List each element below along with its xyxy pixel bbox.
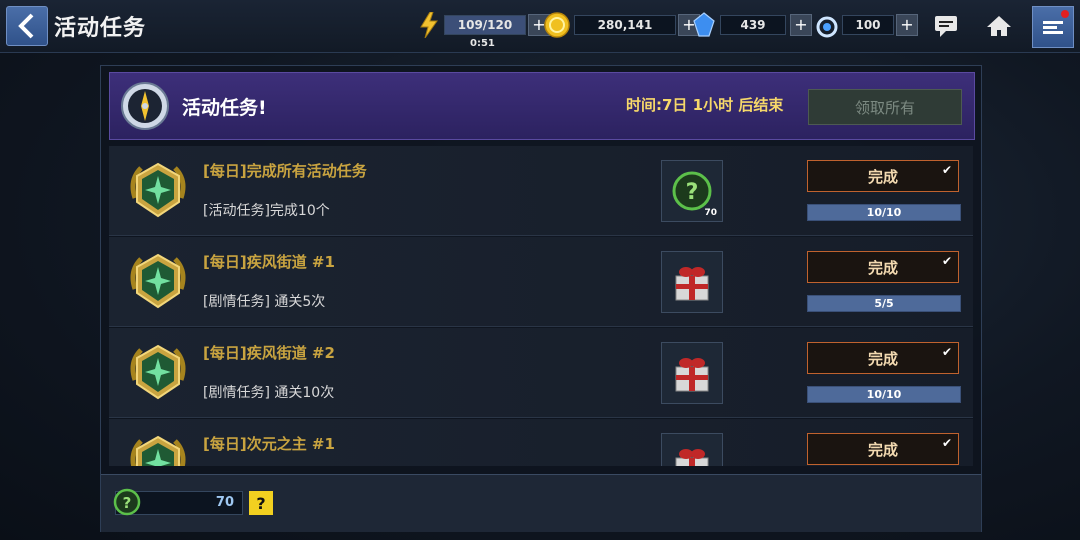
event-header: 活动任务! 时间:7日 1小时 后结束 领取所有: [109, 72, 975, 140]
crystal-resource: 439 +: [692, 12, 812, 37]
energy-timer: 0:51: [470, 38, 495, 49]
back-button[interactable]: [6, 6, 48, 46]
event-title: 活动任务!: [182, 97, 267, 119]
gold-value: 280,141: [574, 15, 676, 35]
medal-icon: [130, 344, 186, 400]
orb-icon: [816, 16, 838, 38]
crystal-value: 439: [720, 15, 786, 35]
orb-value: 100: [842, 15, 894, 35]
medal-icon: [130, 253, 186, 309]
compass-icon: [121, 82, 169, 130]
task-title: [每日]完成所有活动任务: [203, 162, 367, 180]
check-icon: ✔: [941, 436, 952, 450]
help-button[interactable]: ?: [249, 491, 273, 515]
gold-coin-icon: [544, 12, 570, 38]
complete-label: 完成: [867, 167, 898, 186]
task-row: [每日]疾风街道 #2 [剧情任务] 通关10次 完成 ✔ 10/10: [109, 328, 973, 418]
crystal-icon: [693, 12, 715, 37]
complete-label: 完成: [867, 440, 898, 459]
menu-button[interactable]: [1032, 6, 1074, 48]
check-icon: ✔: [941, 254, 952, 268]
complete-label: 完成: [867, 349, 898, 368]
gift-box-icon: [675, 449, 709, 466]
home-icon: [987, 16, 1011, 36]
event-time-left: 时间:7日 1小时 后结束: [626, 96, 784, 114]
task-title: [每日]疾风街道 #1: [203, 253, 335, 271]
event-panel: 活动任务! 时间:7日 1小时 后结束 领取所有 [每日]完成所有活动任务 [活…: [100, 65, 982, 532]
token-count: 70: [215, 495, 234, 510]
back-arrow-icon: [18, 13, 34, 39]
home-button[interactable]: [982, 10, 1016, 42]
reward-slot[interactable]: [661, 342, 723, 404]
reward-slot[interactable]: ? 70: [661, 160, 723, 222]
lightning-icon: [420, 12, 438, 38]
task-description: [活动任务]完成10个: [203, 203, 330, 219]
complete-button[interactable]: 完成 ✔: [807, 342, 959, 374]
complete-button[interactable]: 完成 ✔: [807, 251, 959, 283]
top-bar: 活动任务 109/120 + 0:51 280,141 + 439 + 100 …: [0, 0, 1080, 53]
question-token-icon: ?: [672, 171, 712, 211]
reward-count: 70: [704, 208, 717, 218]
energy-value: 109/120: [444, 15, 526, 35]
task-row: [每日]完成所有活动任务 [活动任务]完成10个 ? 70 完成 ✔ 10/10: [109, 146, 973, 236]
energy-resource: 109/120 +: [418, 12, 550, 38]
complete-label: 完成: [867, 258, 898, 277]
claim-all-button[interactable]: 领取所有: [808, 89, 962, 125]
footer-bar: 70 ? ?: [101, 474, 981, 532]
medal-icon: [130, 435, 186, 466]
task-title: [每日]次元之主 #1: [203, 435, 335, 453]
gold-resource: 280,141 +: [544, 12, 700, 38]
complete-button[interactable]: 完成 ✔: [807, 433, 959, 465]
notification-dot: [1061, 10, 1069, 18]
svg-text:?: ?: [123, 494, 132, 512]
task-row: [每日]次元之主 #1 完成 ✔: [109, 419, 973, 466]
check-icon: ✔: [941, 163, 952, 177]
gift-box-icon: [675, 267, 709, 301]
add-crystal-button[interactable]: +: [790, 14, 812, 36]
orb-resource: 100 +: [816, 14, 918, 38]
progress-bar: 5/5: [807, 295, 961, 312]
task-list[interactable]: [每日]完成所有活动任务 [活动任务]完成10个 ? 70 完成 ✔ 10/10: [109, 146, 973, 466]
progress-bar: 10/10: [807, 386, 961, 403]
chat-button[interactable]: [930, 10, 964, 42]
menu-icon: [1043, 21, 1063, 34]
medal-icon: [130, 162, 186, 218]
gift-box-icon: [675, 358, 709, 392]
reward-slot[interactable]: [661, 433, 723, 466]
task-description: [剧情任务] 通关5次: [203, 294, 326, 310]
svg-text:?: ?: [686, 180, 699, 205]
check-icon: ✔: [941, 345, 952, 359]
add-orb-button[interactable]: +: [896, 14, 918, 36]
progress-bar: 10/10: [807, 204, 961, 221]
task-row: [每日]疾风街道 #1 [剧情任务] 通关5次 完成 ✔ 5/5: [109, 237, 973, 327]
reward-slot[interactable]: [661, 251, 723, 313]
chat-icon: [935, 16, 957, 37]
question-token-icon: ?: [113, 488, 141, 516]
complete-button[interactable]: 完成 ✔: [807, 160, 959, 192]
page-title: 活动任务: [54, 16, 147, 41]
task-description: [剧情任务] 通关10次: [203, 385, 335, 401]
task-title: [每日]疾风街道 #2: [203, 344, 335, 362]
